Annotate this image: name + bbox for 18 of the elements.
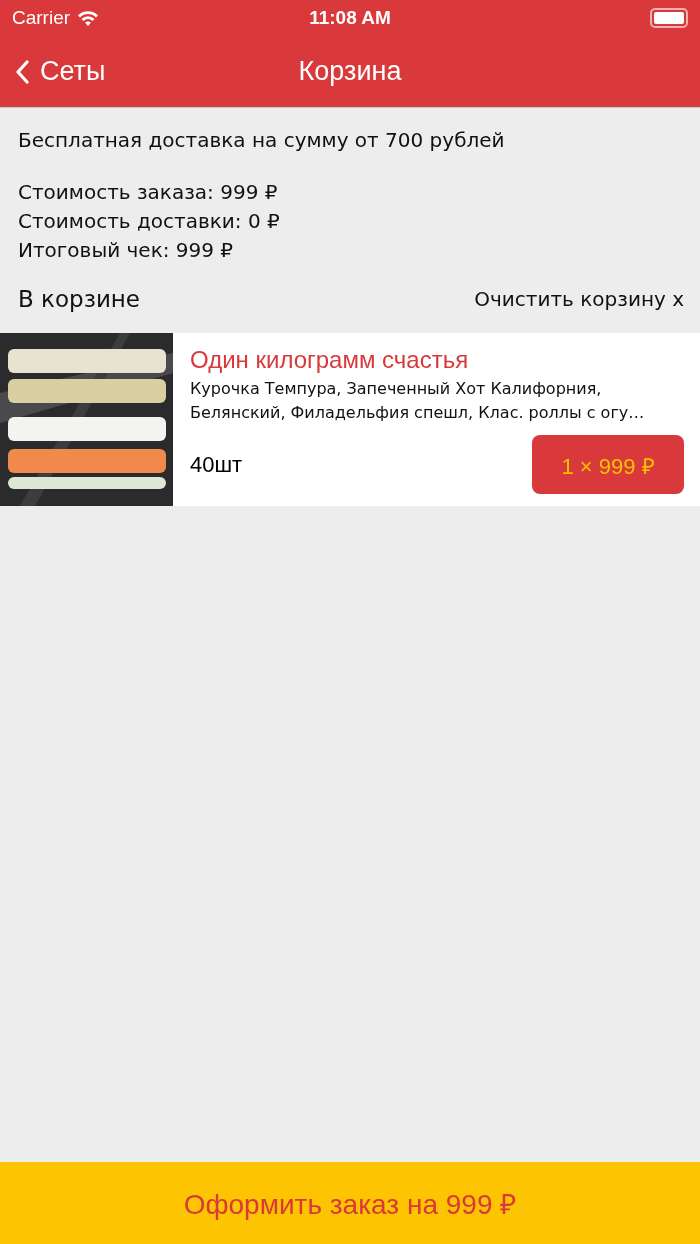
price-button[interactable]: 1 × 999 ₽ [532,435,684,494]
total-line: Стоимость заказа: 999 ₽ [18,179,279,206]
back-button[interactable]: Сеты [0,56,106,87]
item-description: Курочка Темпура, Запеченный Хот Калифорния, Белянский, Филадельфия спешл, Клас. роллы с огу… [190,378,646,424]
battery-icon [650,8,688,28]
total-line: Итоговый чек: 999 ₽ [18,237,235,264]
total-line: Стоимость доставки: 0 ₽ [18,208,281,235]
chevron-left-icon [16,59,30,84]
section-heading: В корзине [18,286,141,312]
checkout-button[interactable]: Оформить заказ на 999 ₽ [0,1162,700,1244]
delivery-note: Бесплатная доставка на сумму от 700 рублей [18,127,506,154]
wifi-icon [76,9,101,27]
item-quantity: 40шт [190,451,243,478]
carrier-label: Carrier [12,7,71,29]
screen-title: Корзина [298,56,402,87]
clear-cart-button[interactable]: Очистить корзину x [474,287,684,311]
item-title: Один килограмм счастья [190,345,470,375]
clock-time: 11:08 AM [309,7,391,29]
